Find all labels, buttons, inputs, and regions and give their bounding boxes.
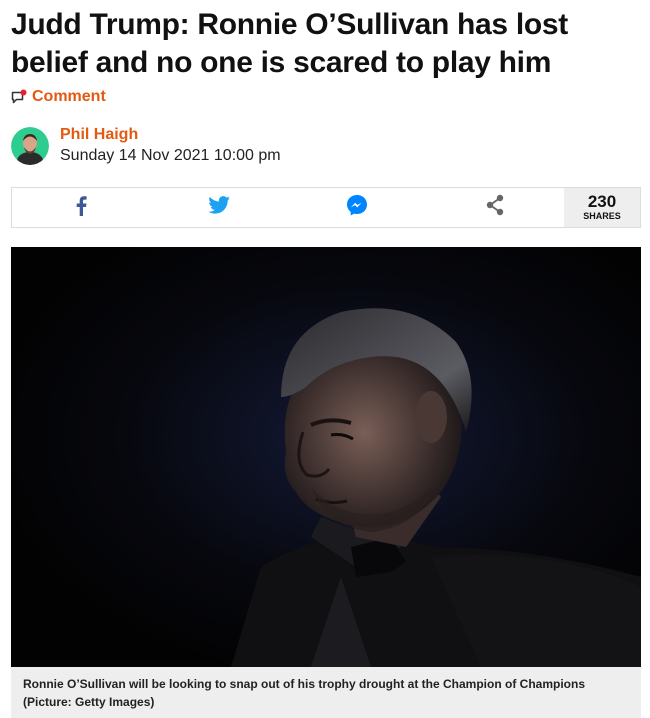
author-name[interactable]: Phil Haigh <box>60 125 281 145</box>
facebook-share-button[interactable] <box>12 188 150 227</box>
facebook-icon <box>75 194 87 221</box>
share-bar: 230 SHARES <box>11 187 641 228</box>
twitter-share-button[interactable] <box>150 188 288 227</box>
comment-icon <box>11 89 27 105</box>
twitter-icon <box>208 196 230 219</box>
share-count-number: 230 <box>587 192 617 211</box>
share-count-label: SHARES <box>583 211 621 221</box>
share-count: 230 SHARES <box>564 188 640 227</box>
author-avatar[interactable] <box>11 127 49 165</box>
article-photo <box>11 247 641 667</box>
byline: Phil Haigh Sunday 14 Nov 2021 10:00 pm <box>11 124 281 168</box>
comment-label: Comment <box>32 88 106 105</box>
messenger-share-button[interactable] <box>288 188 426 227</box>
article-headline: Judd Trump: Ronnie O’Sullivan has lost b… <box>11 8 568 79</box>
more-share-button[interactable] <box>426 188 564 227</box>
publish-date: Sunday 14 Nov 2021 10:00 pm <box>60 147 281 164</box>
messenger-icon <box>346 194 368 221</box>
comment-link[interactable]: Comment <box>11 86 106 108</box>
photo-caption: Ronnie O’Sullivan will be looking to sna… <box>11 667 641 718</box>
share-icon <box>485 194 505 221</box>
